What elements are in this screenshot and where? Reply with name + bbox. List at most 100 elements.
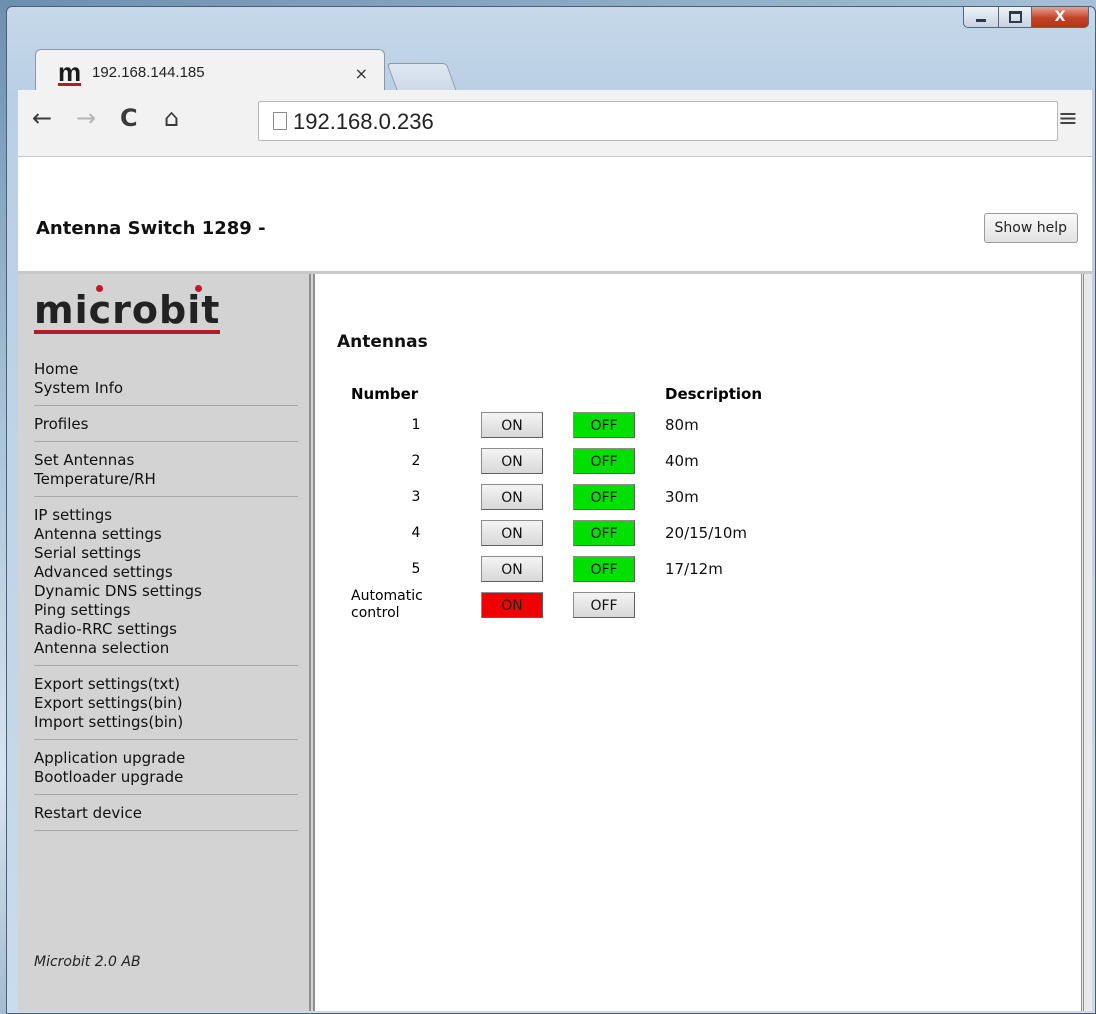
empty-cell xyxy=(665,587,762,623)
antenna-off-button[interactable]: OFF xyxy=(573,412,635,438)
sidebar-link[interactable]: Antenna settings xyxy=(34,525,298,544)
tab-close-icon[interactable]: × xyxy=(355,64,368,83)
antenna-description: 30m xyxy=(665,488,699,506)
antenna-number: 5 xyxy=(411,561,421,577)
sidebar-link[interactable]: Import settings(bin) xyxy=(34,713,298,732)
sidebar-group: Application upgrade Bootloader upgrade xyxy=(34,749,298,795)
on-cell: ON xyxy=(481,551,573,587)
maximize-button[interactable] xyxy=(999,7,1032,28)
section-title: Antennas xyxy=(337,332,428,352)
sidebar-link[interactable]: Application upgrade xyxy=(34,749,298,768)
sidebar-group: Home System Info xyxy=(34,360,298,406)
off-cell: OFF xyxy=(573,479,665,515)
antenna-number: 2 xyxy=(411,453,421,469)
antenna-table: Number Description 1 ON OFF 80m 2 ON OFF 40m 3 ON… xyxy=(351,385,762,623)
antenna-on-button[interactable]: ON xyxy=(481,520,543,546)
sidebar-group: Set Antennas Temperature/RH xyxy=(34,451,298,497)
automatic-control-row: Automatic control ON OFF xyxy=(351,587,762,623)
sidebar-link[interactable]: Home xyxy=(34,360,298,379)
address-bar[interactable]: 192.168.0.236 xyxy=(258,101,1058,141)
sidebar-nav: Home System Info Profiles Set Antennas Tempe… xyxy=(34,360,298,840)
page-title: Antenna Switch 1289 - xyxy=(36,218,266,239)
antenna-off-button[interactable]: OFF xyxy=(573,484,635,510)
antenna-description: 17/12m xyxy=(665,560,723,578)
window-close-button[interactable]: X xyxy=(1032,7,1089,28)
off-cell: OFF xyxy=(573,551,665,587)
sidebar-link[interactable]: Radio-RRC settings xyxy=(34,620,298,639)
sidebar-link[interactable]: Bootloader upgrade xyxy=(34,768,298,787)
on-cell: ON xyxy=(481,479,573,515)
off-cell: OFF xyxy=(573,587,665,623)
sidebar-link[interactable]: Advanced settings xyxy=(34,563,298,582)
antenna-row: 5 ON OFF 17/12m xyxy=(351,551,762,587)
col-on xyxy=(481,385,573,407)
web-page: Antenna Switch 1289 - Show help microbit… xyxy=(18,157,1092,1011)
antenna-number: 4 xyxy=(411,525,421,541)
sidebar-link[interactable]: Dynamic DNS settings xyxy=(34,582,298,601)
window-controls: X xyxy=(963,7,1089,28)
antenna-row: 3 ON OFF 30m xyxy=(351,479,762,515)
antenna-on-button[interactable]: ON xyxy=(481,556,543,582)
antenna-off-button[interactable]: OFF xyxy=(573,448,635,474)
forward-icon[interactable]: → xyxy=(76,104,96,132)
table-header: Number Description xyxy=(351,385,762,407)
sidebar-group: Restart device xyxy=(34,804,298,831)
minimize-button[interactable] xyxy=(963,7,999,28)
reload-icon[interactable]: C xyxy=(120,104,138,132)
off-cell: OFF xyxy=(573,443,665,479)
page-header: Antenna Switch 1289 - Show help xyxy=(18,157,1092,274)
footer-company: Microbit 2.0 AB xyxy=(34,954,141,970)
sidebar-link[interactable]: Export settings(txt) xyxy=(34,675,298,694)
sidebar-link[interactable]: IP settings xyxy=(34,506,298,525)
sidebar-group: Profiles xyxy=(34,415,298,442)
sidebar: microbit Home System Info Profiles Set Ante… xyxy=(18,274,315,1011)
tab-title: 192.168.144.185 xyxy=(92,64,205,81)
auto-on-button[interactable]: ON xyxy=(481,592,543,618)
menu-icon[interactable]: ≡ xyxy=(1058,104,1078,132)
on-cell: ON xyxy=(481,515,573,551)
sidebar-link[interactable]: System Info xyxy=(34,379,298,398)
sidebar-link[interactable]: Serial settings xyxy=(34,544,298,563)
show-help-button[interactable]: Show help xyxy=(983,213,1078,243)
on-cell: ON xyxy=(481,407,573,443)
page-right-border xyxy=(1081,274,1092,1011)
sidebar-link[interactable]: Temperature/RH xyxy=(34,470,298,489)
on-cell: ON xyxy=(481,443,573,479)
sidebar-group: Export settings(txt) Export settings(bin)… xyxy=(34,675,298,740)
antenna-description: 80m xyxy=(665,416,699,434)
logo-dot-icon xyxy=(96,285,103,292)
antenna-row: 1 ON OFF 80m xyxy=(351,407,762,443)
automatic-control-label: Automatic control xyxy=(351,587,481,623)
auto-label-line: control xyxy=(351,605,400,621)
url-text: 192.168.0.236 xyxy=(293,109,434,134)
antenna-on-button[interactable]: ON xyxy=(481,448,543,474)
home-icon[interactable]: ⌂ xyxy=(164,104,179,132)
antenna-row: 4 ON OFF 20/15/10m xyxy=(351,515,762,551)
favicon-icon: m xyxy=(58,57,82,87)
back-icon[interactable]: ← xyxy=(32,104,52,132)
antenna-description: 40m xyxy=(665,452,699,470)
antenna-number: 3 xyxy=(411,489,421,505)
antenna-on-button[interactable]: ON xyxy=(481,484,543,510)
auto-off-button[interactable]: OFF xyxy=(573,592,635,618)
logo-text: microbit xyxy=(34,288,221,332)
sidebar-group: IP settings Antenna settings Serial settin… xyxy=(34,506,298,666)
sidebar-link[interactable]: Export settings(bin) xyxy=(34,694,298,713)
sidebar-link[interactable]: Profiles xyxy=(34,415,298,434)
antenna-rows: 1 ON OFF 80m 2 ON OFF 40m 3 ON OFF 30m 4 ON OFF 20/15/1… xyxy=(351,407,762,623)
antenna-on-button[interactable]: ON xyxy=(481,412,543,438)
main-content: Antennas Number Description 1 ON OFF 80m 2 ON… xyxy=(321,274,1081,1011)
sidebar-link[interactable]: Set Antennas xyxy=(34,451,298,470)
antenna-row: 2 ON OFF 40m xyxy=(351,443,762,479)
antenna-off-button[interactable]: OFF xyxy=(573,556,635,582)
on-cell: ON xyxy=(481,587,573,623)
sidebar-link[interactable]: Antenna selection xyxy=(34,639,298,658)
microbit-logo: microbit xyxy=(34,285,221,334)
antenna-number: 1 xyxy=(411,417,421,433)
sidebar-link[interactable]: Ping settings xyxy=(34,601,298,620)
sidebar-link[interactable]: Restart device xyxy=(34,804,298,823)
antenna-description: 20/15/10m xyxy=(665,524,747,542)
page-icon xyxy=(273,112,287,130)
minimize-icon xyxy=(976,18,986,22)
antenna-off-button[interactable]: OFF xyxy=(573,520,635,546)
